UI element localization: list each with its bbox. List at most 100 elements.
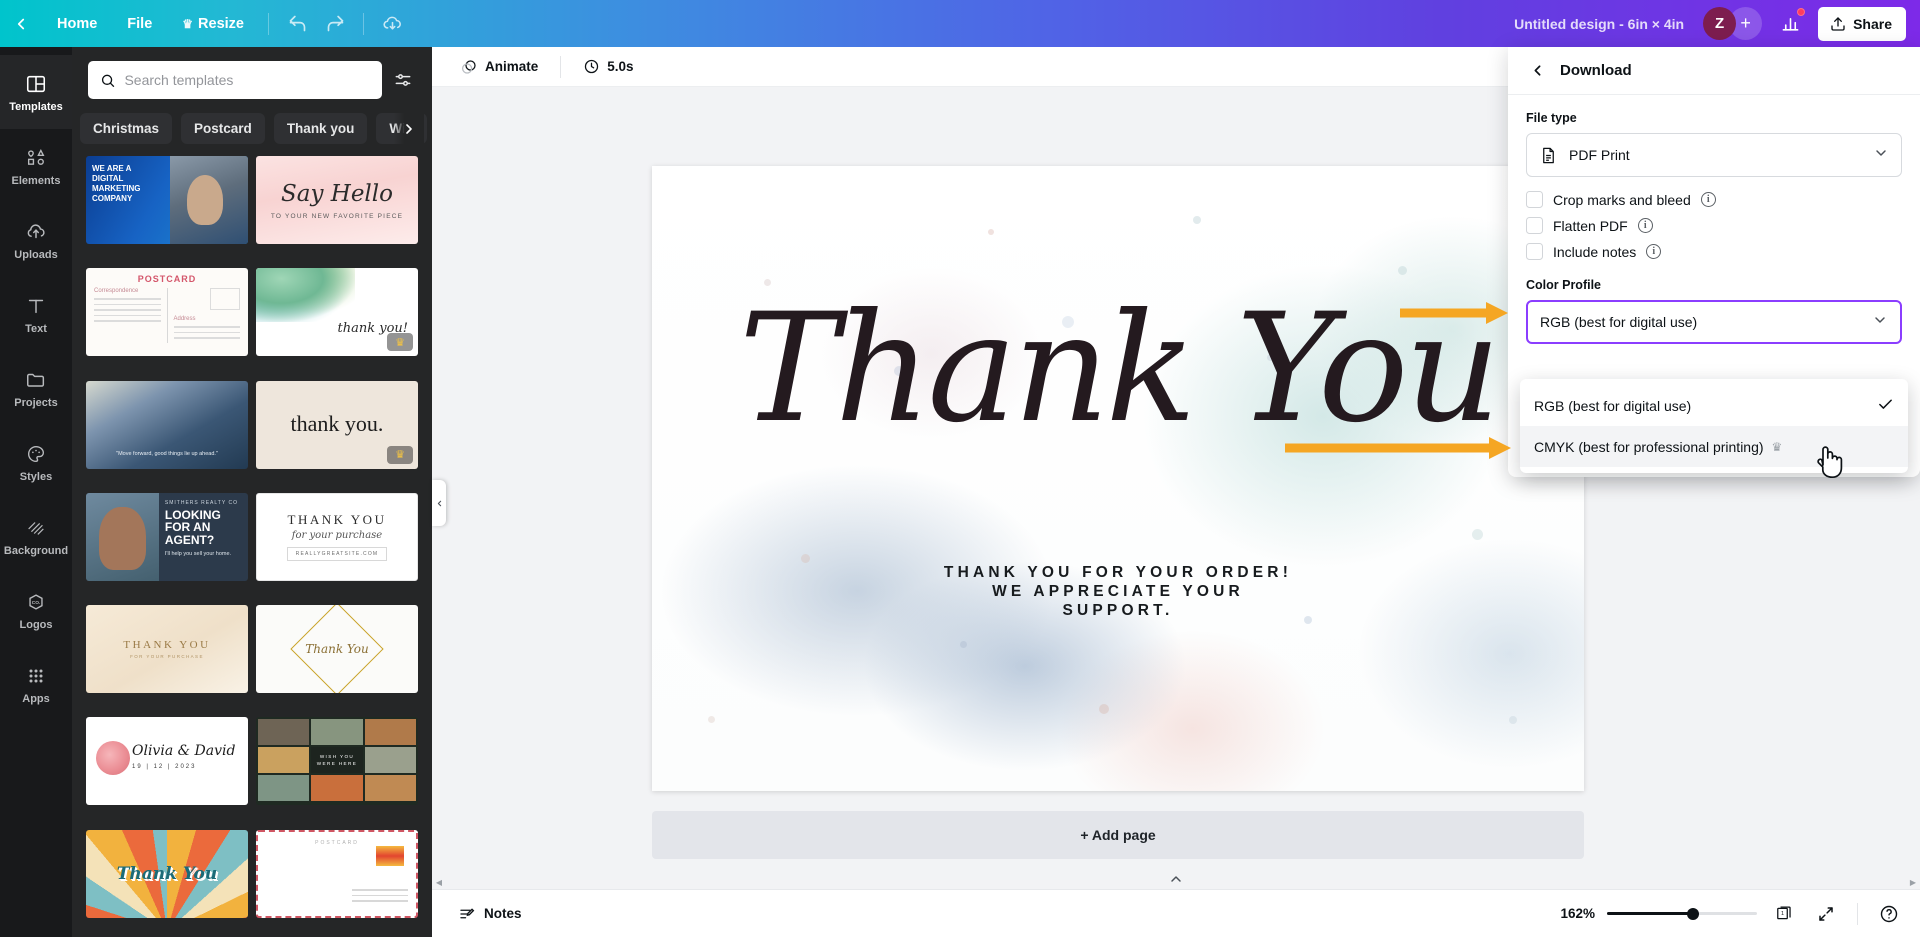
info-icon[interactable]: i [1701, 192, 1716, 207]
sidebar-item-background[interactable]: Background [0, 499, 72, 573]
top-bar-right-group: Untitled design - 6in × 4in Z + Share [1503, 0, 1920, 47]
sidebar-item-templates[interactable]: Templates [0, 55, 72, 129]
color-profile-value: RGB (best for digital use) [1540, 314, 1697, 330]
share-label: Share [1853, 16, 1892, 32]
canvas-subtitle-line-2: WE APPRECIATE YOUR [652, 583, 1584, 602]
file-type-select[interactable]: PDF Print [1526, 133, 1902, 177]
download-back-button[interactable] [1526, 60, 1548, 82]
sidebar-item-elements[interactable]: Elements [0, 129, 72, 203]
chip-christmas[interactable]: Christmas [80, 113, 172, 144]
option-flatten-pdf[interactable]: Flatten PDF i [1526, 217, 1902, 234]
help-button[interactable] [1874, 899, 1904, 929]
chip-postcard[interactable]: Postcard [181, 113, 265, 144]
template-card[interactable]: Thank You [256, 605, 418, 693]
templates-icon [24, 72, 48, 96]
svg-text:CO.: CO. [32, 599, 40, 605]
background-icon [24, 516, 48, 540]
template-subtext: SMITHERS REALTY CO [165, 500, 242, 506]
postcard-body: Correspondence Address [94, 288, 240, 343]
template-text: Olivia & David [132, 743, 235, 759]
sidebar-item-projects[interactable]: Projects [0, 351, 72, 425]
template-card[interactable]: "Move forward, good things lie up ahead.… [86, 381, 248, 469]
template-card[interactable]: SMITHERS REALTY CO LOOKING FOR AN AGENT?… [86, 493, 248, 581]
template-text: LOOKING FOR AN AGENT? [165, 509, 242, 547]
canvas-headline[interactable]: Thank You [652, 294, 1584, 444]
chips-next-button[interactable] [394, 113, 424, 145]
file-label: File [127, 16, 152, 32]
document-title[interactable]: Untitled design - 6in × 4in [1503, 9, 1695, 39]
left-rail: Templates Elements Uploads Text Projects [0, 47, 72, 937]
template-subtext-2: Address [174, 316, 241, 322]
sidebar-item-text[interactable]: Text [0, 277, 72, 351]
sidebar-item-uploads[interactable]: Uploads [0, 203, 72, 277]
template-card[interactable]: THANK YOU FOR YOUR PURCHASE [86, 605, 248, 693]
add-page-button[interactable]: + Add page [652, 811, 1584, 859]
insights-button[interactable] [1772, 7, 1808, 41]
template-card[interactable]: Olivia & David 19 | 12 | 2023 [86, 717, 248, 805]
dropdown-item-label: RGB (best for digital use) [1534, 398, 1691, 414]
file-menu[interactable]: File [115, 9, 164, 39]
page-manager-button[interactable]: 1 [1769, 899, 1799, 929]
apps-grid-icon [24, 664, 48, 688]
template-photo [170, 156, 248, 244]
panel-collapse-handle[interactable] [432, 480, 446, 526]
stamp-decoration [374, 844, 406, 868]
home-menu[interactable]: Home [45, 9, 109, 39]
horizontal-scroll-left[interactable]: ◀ [432, 875, 446, 889]
template-card[interactable]: WISH YOU WERE HERE [256, 717, 418, 805]
checkbox[interactable] [1526, 191, 1543, 208]
sidebar-item-apps[interactable]: Apps [0, 647, 72, 721]
search-box[interactable] [88, 61, 382, 99]
notes-button[interactable]: Notes [448, 898, 532, 930]
top-bar: Home File ♛ Resize Untitled design - 6in… [0, 0, 1920, 47]
avatar[interactable]: Z [1703, 7, 1736, 40]
checkbox[interactable] [1526, 243, 1543, 260]
speck-decorations [652, 166, 1584, 791]
info-icon[interactable]: i [1638, 218, 1653, 233]
sidebar-item-label: Logos [20, 619, 53, 631]
template-text: WISH YOU WERE HERE [311, 747, 362, 773]
template-card[interactable]: thank you. ♛ [256, 381, 418, 469]
redo-button[interactable] [318, 7, 352, 41]
template-card[interactable]: Say Hello TO YOUR NEW FAVORITE PIECE [256, 156, 418, 244]
text-icon [24, 294, 48, 318]
chevron-down-icon [1873, 145, 1889, 166]
option-include-notes[interactable]: Include notes i [1526, 243, 1902, 260]
chip-thank-you[interactable]: Thank you [274, 113, 368, 144]
canvas-subtitle[interactable]: THANK YOU FOR YOUR ORDER! WE APPRECIATE … [652, 564, 1584, 621]
template-subtext: FOR YOUR PURCHASE [130, 654, 204, 659]
template-card[interactable]: Thank You [86, 830, 248, 918]
fullscreen-button[interactable] [1811, 899, 1841, 929]
checkbox[interactable] [1526, 217, 1543, 234]
template-card[interactable]: THANK YOU for your purchase REALLYGREATS… [256, 493, 418, 581]
horizontal-scroll-right[interactable]: ▶ [1906, 875, 1920, 889]
undo-button[interactable] [280, 7, 314, 41]
animate-button[interactable]: Animate [450, 52, 548, 82]
duration-label: 5.0s [607, 59, 633, 74]
template-card[interactable]: WE ARE A DIGITAL MARKETING COMPANY [86, 156, 248, 244]
duration-button[interactable]: 5.0s [573, 52, 643, 81]
filter-sliders-icon[interactable] [390, 67, 416, 93]
search-input[interactable] [124, 72, 370, 88]
template-text: THANK YOU [288, 512, 387, 528]
expand-panel-button[interactable] [1159, 869, 1193, 889]
sidebar-item-styles[interactable]: Styles [0, 425, 72, 499]
slider-knob[interactable] [1687, 908, 1699, 920]
info-icon[interactable]: i [1646, 244, 1661, 259]
design-canvas[interactable]: Thank You THANK YOU FOR YOUR ORDER! WE A… [652, 166, 1584, 791]
template-text: "Move forward, good things lie up ahead.… [86, 451, 248, 457]
cloud-sync-icon[interactable] [375, 7, 409, 41]
share-button[interactable]: Share [1818, 7, 1906, 41]
template-card[interactable]: thank you! ♛ [256, 268, 418, 356]
back-button[interactable] [0, 0, 42, 47]
dropdown-item-rgb[interactable]: RGB (best for digital use) [1520, 385, 1908, 426]
sidebar-item-logos[interactable]: CO. Logos [0, 573, 72, 647]
zoom-slider[interactable] [1607, 906, 1757, 922]
search-icon [100, 72, 115, 89]
color-profile-select[interactable]: RGB (best for digital use) [1526, 300, 1902, 344]
option-crop-marks[interactable]: Crop marks and bleed i [1526, 191, 1902, 208]
dropdown-item-cmyk[interactable]: CMYK (best for professional printing) ♛ [1520, 426, 1908, 467]
template-card[interactable]: POSTCARD Correspondence Address [86, 268, 248, 356]
template-card[interactable]: POSTCARD [256, 830, 418, 918]
resize-menu[interactable]: ♛ Resize [170, 9, 256, 39]
